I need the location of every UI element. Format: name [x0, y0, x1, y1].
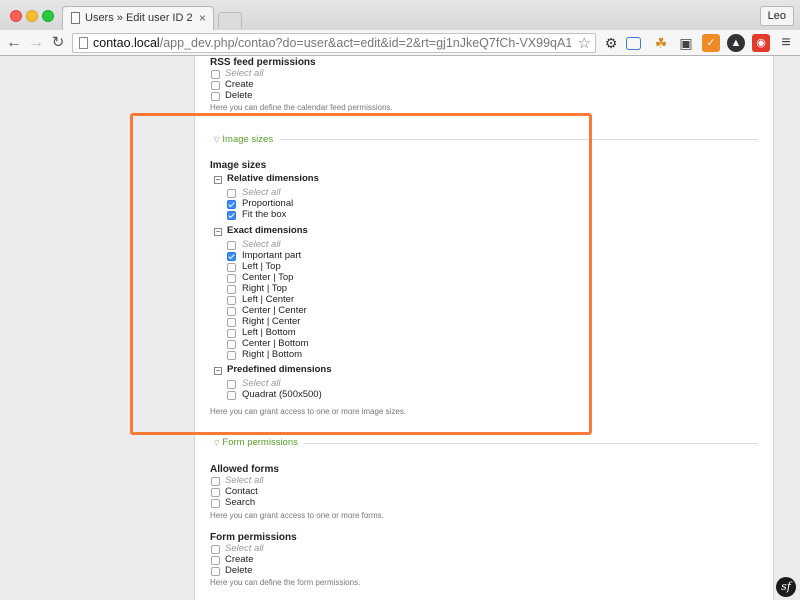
- shield-icon[interactable]: ◉: [752, 34, 770, 52]
- rss-help-text: Here you can define the calendar feed pe…: [210, 103, 393, 112]
- tab-title: Users » Edit user ID 2 - Co: [85, 12, 193, 24]
- rss-delete-label: Delete: [225, 90, 253, 101]
- formperm-delete-checkbox[interactable]: [211, 567, 220, 576]
- fire-icon[interactable]: ▲: [727, 34, 745, 52]
- collapse-triangle-icon: ▽: [214, 440, 220, 447]
- lock-icon[interactable]: ▣: [677, 34, 695, 52]
- reload-icon[interactable]: ↻: [48, 33, 68, 53]
- contact-checkbox[interactable]: [211, 488, 220, 497]
- new-tab-button[interactable]: [218, 12, 242, 28]
- basket-icon[interactable]: ☘: [652, 34, 670, 52]
- rss-delete-checkbox[interactable]: [211, 92, 220, 101]
- address-bar[interactable]: contao.local/app_dev.php/contao?do=user&…: [72, 33, 596, 53]
- forms-select-all-label: Select all: [225, 475, 264, 486]
- rss-feed-permissions-label: RSS feed permissions: [210, 57, 316, 68]
- symfony-toolbar-icon[interactable]: sf: [776, 577, 796, 597]
- browser-tab[interactable]: Users » Edit user ID 2 - Co ×: [62, 6, 214, 30]
- url-text[interactable]: contao.local/app_dev.php/contao?do=user&…: [93, 36, 571, 50]
- url-path: /app_dev.php/contao?do=user&act=edit&id=…: [159, 36, 571, 50]
- screen-icon[interactable]: [626, 37, 641, 50]
- browser-toolbar: ← → ↻ contao.local/app_dev.php/contao?do…: [0, 30, 800, 56]
- forms-select-all-checkbox[interactable]: [211, 477, 220, 486]
- form-permissions-legend[interactable]: ▽ Form permissions: [214, 437, 298, 448]
- url-host: contao.local: [93, 36, 160, 50]
- formperm-select-all-label: Select all: [225, 543, 264, 554]
- gear-icon[interactable]: ⚙: [602, 34, 620, 52]
- close-window-button[interactable]: [10, 10, 22, 22]
- rss-create-label: Create: [225, 79, 254, 90]
- search-label: Search: [225, 497, 256, 508]
- back-arrow-icon[interactable]: ←: [4, 33, 24, 53]
- form-permissions-legend-text: Form permissions: [222, 437, 298, 448]
- search-checkbox[interactable]: [211, 499, 220, 508]
- document-icon: [71, 12, 80, 24]
- allowed-forms-help-text: Here you can grant access to one or more…: [210, 511, 384, 520]
- page-icon: [79, 37, 88, 49]
- form-permissions-help-text: Here you can define the form permissions…: [210, 578, 361, 587]
- rss-select-all-label: Select all: [225, 68, 264, 79]
- formperm-delete-label: Delete: [225, 565, 253, 576]
- formperm-create-label: Create: [225, 554, 254, 565]
- star-icon[interactable]: ☆: [578, 34, 591, 52]
- tab-close-icon[interactable]: ×: [199, 11, 206, 25]
- tab-bar: Users » Edit user ID 2 - Co × Leo: [0, 0, 800, 30]
- formperm-create-checkbox[interactable]: [211, 556, 220, 565]
- maximize-window-button[interactable]: [42, 10, 54, 22]
- highlight-box: [130, 113, 592, 435]
- forward-arrow-icon[interactable]: →: [26, 33, 46, 53]
- profile-button[interactable]: Leo: [759, 6, 794, 26]
- form-permissions-label: Form permissions: [210, 532, 297, 543]
- menu-icon[interactable]: ≡: [777, 34, 795, 52]
- fieldset-divider: [304, 443, 758, 444]
- rss-select-all-checkbox[interactable]: [211, 70, 220, 79]
- rss-create-checkbox[interactable]: [211, 81, 220, 90]
- minimize-window-button[interactable]: [26, 10, 38, 22]
- allowed-forms-label: Allowed forms: [210, 464, 279, 475]
- extension-icon[interactable]: ✓: [702, 34, 720, 52]
- formperm-select-all-checkbox[interactable]: [211, 545, 220, 554]
- contact-label: Contact: [225, 486, 258, 497]
